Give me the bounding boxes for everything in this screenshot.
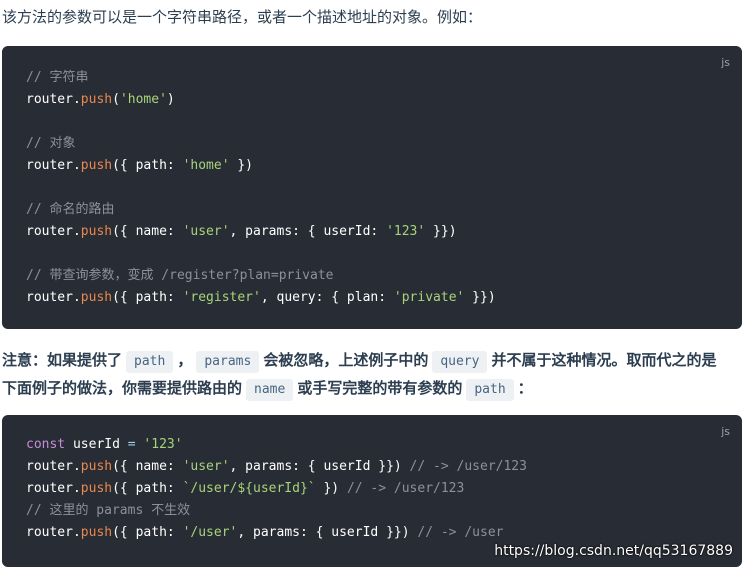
code-block-push-examples: js // 字符串 router.push('home') // 对象 rout… [2, 46, 742, 329]
inline-code-query: query [432, 351, 488, 373]
code-comment-object: // 对象 [26, 136, 76, 151]
inline-code-path-2: path [466, 379, 514, 401]
inline-code-params: params [196, 351, 260, 373]
intro-paragraph: 该方法的参数可以是一个字符串路径，或者一个描述地址的对象。例如： [2, 8, 483, 26]
code-line-push-template: router.push({ path: `/user/${userId}` })… [26, 481, 465, 496]
code-line-push-query: router.push({ path: 'register', query: {… [26, 290, 496, 305]
inline-code-name: name [246, 379, 294, 401]
language-label: js [721, 56, 730, 69]
code-comment-query: // 带查询参数，变成 /register?plan=private [26, 268, 334, 283]
inline-code-path: path [126, 351, 174, 373]
watermark-url: https://blog.csdn.net/qq53167889 [494, 543, 733, 559]
code-line-push-path-params: router.push({ path: '/user', params: { u… [26, 525, 504, 540]
code-line-push-string: router.push('home') [26, 92, 175, 107]
code-comment-string: // 字符串 [26, 70, 89, 85]
code-comment-params-ignored: // 这里的 params 不生效 [26, 503, 191, 518]
code-line-push-named: router.push({ name: 'user', params: { us… [26, 224, 457, 239]
code-line-push-object: router.push({ path: 'home' }) [26, 158, 254, 173]
language-label: js [721, 425, 730, 438]
note-line-1: 注意：如果提供了 path， params 会被忽略，上述例子中的 query 并不属于这… [2, 347, 716, 373]
code-line-push-name-params: router.push({ name: 'user', params: { us… [26, 459, 527, 474]
code-line-const: const userId = '123' [26, 437, 183, 452]
note-line-2: 下面例子的做法，你需要提供路由的 name 或手写完整的带有参数的 path： [2, 375, 533, 401]
code-comment-named-route: // 命名的路由 [26, 202, 115, 217]
